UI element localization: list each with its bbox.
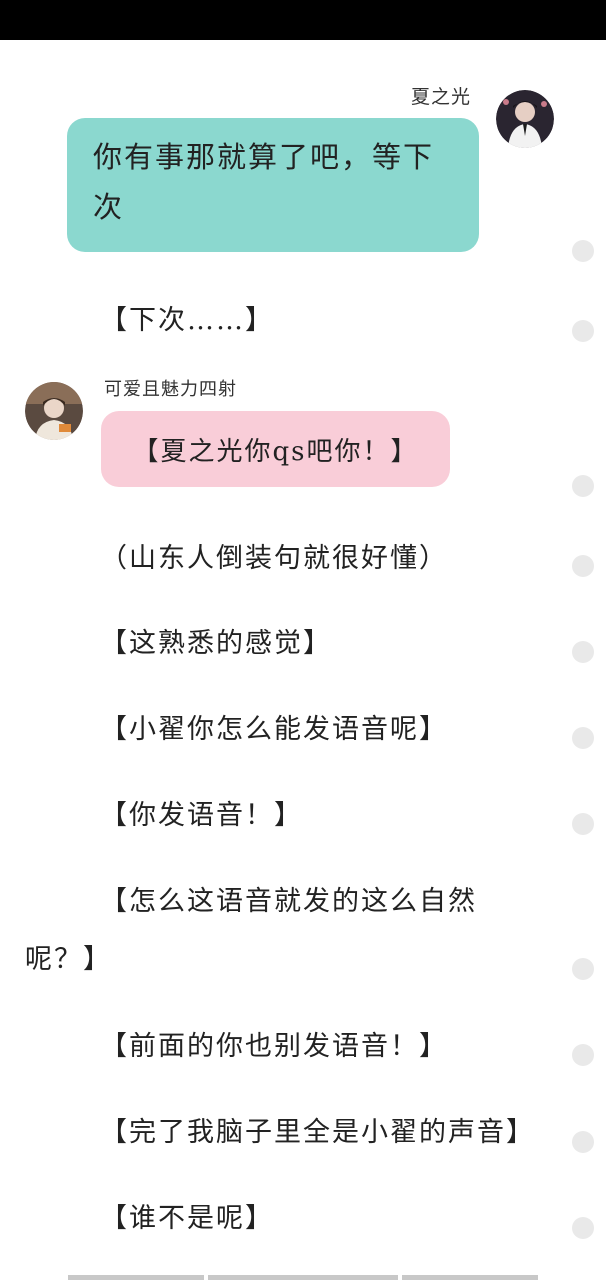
avatar-left-icon <box>25 382 83 440</box>
scroll-dot[interactable] <box>572 240 594 262</box>
narration-line: （山东人倒装句就很好懂） <box>100 543 448 574</box>
avatar-right-icon <box>496 90 554 148</box>
scroll-dot[interactable] <box>572 320 594 342</box>
message-bubble-right: 你有事那就算了吧，等下次 <box>67 118 479 252</box>
chat-story-page: 夏之光 你有事那就算了吧，等下次 【下次……】 可爱且魅力四射 【夏之光你qs吧… <box>0 0 606 1280</box>
bottom-segment <box>68 1275 204 1280</box>
scroll-dot[interactable] <box>572 641 594 663</box>
scroll-dot[interactable] <box>572 555 594 577</box>
status-bar <box>0 0 606 40</box>
bottom-segment <box>208 1275 398 1280</box>
sender-name-left: 可爱且魅力四射 <box>104 379 237 400</box>
scroll-dot[interactable] <box>572 1131 594 1153</box>
scroll-dot[interactable] <box>572 958 594 980</box>
bottom-segment <box>402 1275 538 1280</box>
narration-line: 【前面的你也别发语音！】 <box>100 1031 448 1062</box>
narration-line: 【下次……】 <box>100 305 274 336</box>
avatar-left[interactable] <box>25 382 83 440</box>
scroll-dot[interactable] <box>572 1217 594 1239</box>
narration-line: 【完了我脑子里全是小翟的声音】 <box>100 1117 535 1148</box>
narration-line: 【谁不是呢】 <box>100 1203 274 1234</box>
scroll-dot[interactable] <box>572 727 594 749</box>
sender-name-right: 夏之光 <box>411 86 472 108</box>
narration-line: 【你发语音！】 <box>100 800 303 831</box>
narration-line: 【怎么这语音就发的这么自然 <box>100 886 477 917</box>
narration-line: 呢？】 <box>25 944 112 975</box>
scroll-dot[interactable] <box>572 1044 594 1066</box>
narration-line: 【小翟你怎么能发语音呢】 <box>100 714 448 745</box>
scroll-dot[interactable] <box>572 813 594 835</box>
message-bubble-left: 【夏之光你qs吧你！】 <box>101 411 450 487</box>
avatar-right[interactable] <box>496 90 554 148</box>
scroll-dot[interactable] <box>572 475 594 497</box>
narration-line: 【这熟悉的感觉】 <box>100 628 332 659</box>
